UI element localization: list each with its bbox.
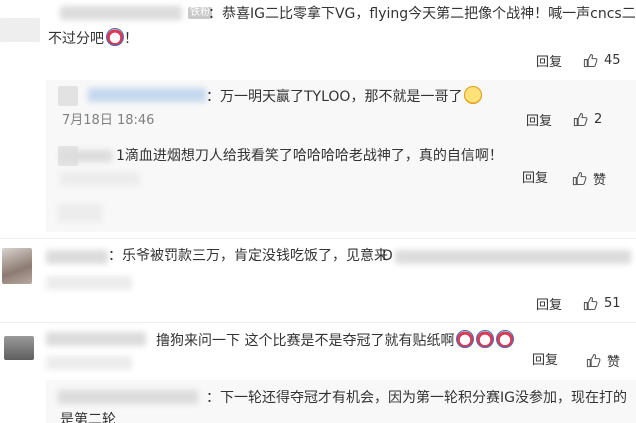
like-button[interactable]: 45 xyxy=(583,53,621,68)
timestamp: 7月18日 18:46 xyxy=(62,113,155,128)
divider xyxy=(0,238,636,239)
like-count: 45 xyxy=(604,53,621,68)
username-redacted[interactable] xyxy=(88,88,206,102)
comment-text-line2: 是第二轮 xyxy=(60,412,116,423)
redacted-content xyxy=(46,276,132,290)
avatar[interactable] xyxy=(58,86,78,106)
comment-text: ：恭喜IG二比零拿下VG，flying今天第二把像个战神！喊一声cncs二哥 xyxy=(208,6,636,22)
redacted-content xyxy=(58,204,102,222)
thumbs-up-icon xyxy=(586,353,601,368)
username-redacted[interactable] xyxy=(60,6,182,20)
username-redacted[interactable] xyxy=(46,332,146,346)
redacted-content xyxy=(60,172,140,186)
like-button[interactable]: 赞 xyxy=(586,351,620,370)
avatar[interactable] xyxy=(0,18,40,42)
comment-text-line2: 不过分吧！ xyxy=(48,28,138,49)
avatar[interactable] xyxy=(2,248,32,284)
like-label: 赞 xyxy=(593,173,607,188)
cat-face-emoji-icon xyxy=(496,330,515,348)
reply-button[interactable]: 回复 xyxy=(526,113,552,131)
like-count: 51 xyxy=(604,296,621,311)
username-redacted[interactable] xyxy=(58,390,198,404)
comment-text: ：乐爷被罚款三万，肯定没钱吃饭了，见意来 xyxy=(108,248,388,264)
cat-face-emoji-icon xyxy=(106,28,124,46)
like-button[interactable]: 51 xyxy=(583,296,621,311)
reply-button[interactable]: 回复 xyxy=(532,352,558,370)
username-redacted[interactable] xyxy=(60,150,112,162)
thumbs-up-icon xyxy=(572,171,587,186)
redacted-content xyxy=(395,250,631,264)
reply-button[interactable]: 回复 xyxy=(536,297,562,315)
comment-text: 1滴血进烟想刀人给我看笑了哈哈哈哈老战神了，真的自信啊！ xyxy=(116,148,503,164)
thumbs-up-icon xyxy=(583,53,598,68)
like-count: 2 xyxy=(594,112,603,127)
comment-text: 撸狗来问一下 这个比赛是不是夺冠了就有贴纸啊 xyxy=(156,330,515,351)
like-button[interactable]: 赞 xyxy=(572,169,606,188)
cat-face-emoji-icon xyxy=(456,330,475,348)
cat-face-emoji-icon xyxy=(476,330,495,348)
thumbs-up-icon xyxy=(583,296,598,311)
reply-button[interactable]: 回复 xyxy=(536,54,562,72)
comment-text: ：万一明天赢了TYLOO，那不就是一哥了 xyxy=(206,86,483,107)
username-redacted[interactable] xyxy=(46,250,108,264)
smiling-face-emoji-icon xyxy=(464,86,483,104)
redacted-content xyxy=(46,356,132,370)
like-label: 赞 xyxy=(607,355,621,370)
thumbs-up-icon xyxy=(573,112,588,127)
like-button[interactable]: 2 xyxy=(573,112,602,127)
divider xyxy=(0,322,636,323)
comment-text-tail: D xyxy=(382,248,393,264)
comment-text: ：下一轮还得夺冠才有机会，因为第一轮积分赛IG没参加，现在打的 xyxy=(206,390,627,406)
reply-button[interactable]: 回复 xyxy=(522,170,548,188)
avatar[interactable] xyxy=(4,336,34,360)
